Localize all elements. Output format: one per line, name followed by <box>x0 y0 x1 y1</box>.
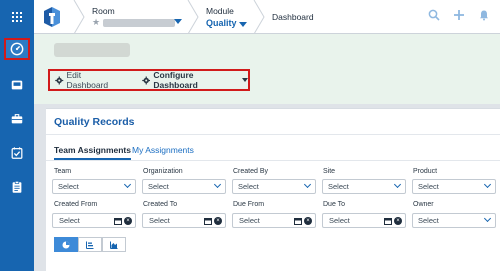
owner-label: Owner <box>413 201 434 208</box>
calendar-icon[interactable] <box>114 217 122 225</box>
product-select-value: Select <box>418 182 439 191</box>
work-nav-button[interactable] <box>4 108 30 130</box>
product-select[interactable]: Select <box>412 179 496 194</box>
dashboard-nav-button[interactable] <box>4 38 30 60</box>
pie-chart-icon <box>62 241 70 248</box>
tab-my-assignments[interactable]: My Assignments <box>132 145 194 158</box>
room-chevron-down-icon[interactable] <box>174 19 182 24</box>
team-select-value: Select <box>58 182 79 191</box>
edit-dashboard-button[interactable]: Edit Dashboard <box>55 70 122 90</box>
module-selector[interactable]: Quality <box>206 18 237 28</box>
bell-icon[interactable] <box>478 9 490 21</box>
chevron-down-icon <box>213 180 222 189</box>
calendar-icon[interactable] <box>204 217 212 225</box>
created-by-select[interactable]: Select <box>232 179 316 194</box>
team-select[interactable]: Select <box>52 179 136 194</box>
breadcrumb-separator <box>73 0 85 34</box>
bar-chart-icon <box>86 241 94 249</box>
page-breadcrumb: Dashboard <box>272 12 314 22</box>
organization-label: Organization <box>143 168 183 175</box>
created-to-date[interactable]: Select × <box>142 213 226 228</box>
configure-dashboard-button[interactable]: Configure Dashboard <box>142 70 248 90</box>
app-logo-icon <box>44 7 60 27</box>
room-label: Room <box>92 6 115 16</box>
organization-select[interactable]: Select <box>142 179 226 194</box>
gear-icon <box>142 76 151 84</box>
apps-grid-button[interactable] <box>0 0 34 34</box>
created-by-select-value: Select <box>238 182 259 191</box>
created-by-label: Created By <box>233 168 269 175</box>
star-icon[interactable]: ★ <box>92 17 100 28</box>
header-actions <box>428 9 490 21</box>
forms-clipboard-icon <box>12 180 22 193</box>
due-to-label: Due To <box>323 201 346 208</box>
briefcase-icon <box>11 114 23 124</box>
apps-grid-icon <box>12 12 22 22</box>
chevron-down-icon <box>393 180 402 189</box>
tab-team-assignments[interactable]: Team Assignments <box>54 145 131 160</box>
module-chevron-down-icon[interactable] <box>239 22 247 27</box>
inbox-icon <box>11 80 23 90</box>
site-label: Site <box>323 168 336 175</box>
forms-nav-button[interactable] <box>4 176 30 198</box>
clear-icon[interactable]: × <box>304 217 312 225</box>
left-nav-rail <box>0 0 34 271</box>
plus-icon[interactable] <box>453 9 465 21</box>
due-to-date[interactable]: Select × <box>322 213 406 228</box>
bar-chart-view-button[interactable] <box>78 237 102 252</box>
dashboard-header: Edit Dashboard Configure Dashboard <box>34 34 500 104</box>
owner-select-value: Select <box>418 216 439 225</box>
calendar-icon[interactable] <box>384 217 392 225</box>
gear-icon <box>55 75 64 85</box>
due-from-label: Due From <box>233 201 265 208</box>
tasks-nav-button[interactable] <box>4 142 30 164</box>
tasks-check-icon <box>11 147 23 159</box>
tab-underline-track <box>46 160 500 161</box>
product-label: Product <box>413 168 438 175</box>
created-to-label: Created To <box>143 201 178 208</box>
created-from-label: Created From <box>54 201 98 208</box>
breadcrumb-separator <box>253 0 265 34</box>
search-icon[interactable] <box>428 9 440 21</box>
caret-down-icon <box>242 78 248 82</box>
inbox-nav-button[interactable] <box>4 74 30 96</box>
area-chart-icon <box>110 241 118 249</box>
owner-select[interactable]: Select <box>412 213 496 228</box>
pie-chart-view-button[interactable] <box>54 237 78 252</box>
clear-icon[interactable]: × <box>394 217 402 225</box>
due-from-value: Select <box>239 216 260 225</box>
dashboard-actions-highlight: Edit Dashboard Configure Dashboard <box>48 69 250 91</box>
dashboard-gauge-icon <box>10 42 24 56</box>
clear-icon[interactable]: × <box>214 217 222 225</box>
module-label: Module <box>206 6 234 16</box>
calendar-icon[interactable] <box>294 217 302 225</box>
chevron-down-icon <box>303 180 312 189</box>
dashboard-title <box>54 43 130 57</box>
created-to-value: Select <box>149 216 170 225</box>
chevron-down-icon <box>483 180 492 189</box>
edit-dashboard-label: Edit Dashboard <box>66 70 109 90</box>
due-to-value: Select <box>329 216 350 225</box>
divider <box>46 134 500 135</box>
top-header: Room ★ Module Quality Dashboard <box>34 0 500 34</box>
area-chart-view-button[interactable] <box>102 237 126 252</box>
organization-select-value: Select <box>148 182 169 191</box>
card-title: Quality Records <box>54 116 135 128</box>
configure-dashboard-label: Configure Dashboard <box>153 70 198 90</box>
room-selector[interactable] <box>103 19 175 27</box>
chart-view-toggle <box>54 237 126 252</box>
quality-records-card: Quality Records Team Assignments My Assi… <box>46 108 500 271</box>
site-select[interactable]: Select <box>322 179 406 194</box>
chevron-down-icon <box>123 180 132 189</box>
created-from-value: Select <box>59 216 80 225</box>
clear-icon[interactable]: × <box>124 217 132 225</box>
breadcrumb-separator <box>187 0 199 34</box>
due-from-date[interactable]: Select × <box>232 213 316 228</box>
team-label: Team <box>54 168 72 175</box>
created-from-date[interactable]: Select × <box>52 213 136 228</box>
site-select-value: Select <box>328 182 349 191</box>
chevron-down-icon <box>483 214 492 223</box>
